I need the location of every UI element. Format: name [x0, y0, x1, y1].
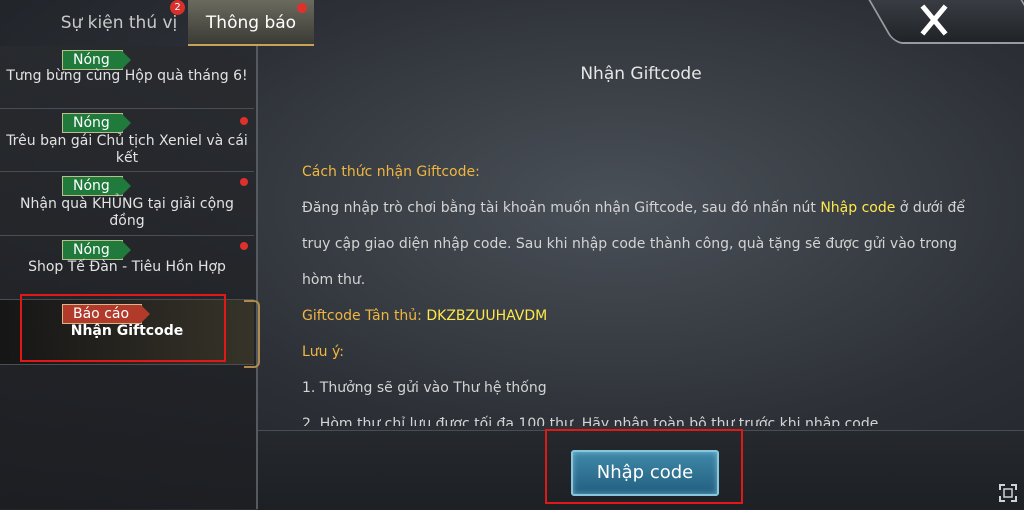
- instruction-text-end: ở dưới để: [895, 200, 965, 216]
- giftcode-line: Giftcode Tân thủ: DKZBZUUHAVDM: [302, 298, 1002, 334]
- list-item[interactable]: Nóng Tưng bừng cùng Hộp quà tháng 6!: [0, 46, 254, 109]
- instruction-line-1: Đăng nhập trò chơi bằng tài khoản muốn n…: [302, 190, 1002, 226]
- unread-dot: [240, 242, 248, 250]
- top-tab-bar: Sự kiện thú vị 2 Thông báo: [0, 0, 1024, 46]
- unread-dot: [240, 178, 248, 186]
- list-item-title: Nhận Giftcode: [70, 323, 184, 339]
- list-item[interactable]: Nóng Nhận quà KHỦNG tại giải cộng đồng: [0, 172, 254, 236]
- hot-tag: Nóng: [62, 240, 131, 260]
- expand-icon[interactable]: [999, 484, 1017, 502]
- list-item-title: Shop Tế Đàn - Tiêu Hồn Hợp: [28, 259, 226, 275]
- close-area: [864, 0, 1024, 44]
- list-item-title: Nhận quà KHỦNG tại giải cộng đồng: [20, 196, 234, 229]
- report-tag: Báo cáo: [62, 304, 151, 324]
- how-to-heading: Cách thức nhận Giftcode:: [302, 164, 480, 180]
- list-item[interactable]: Nóng Trêu bạn gái Chủ tịch Xeniel và cái…: [0, 109, 254, 172]
- enter-code-mention: Nhập code: [820, 200, 896, 216]
- close-icon: [920, 4, 948, 36]
- content-title: Nhận Giftcode: [580, 64, 702, 84]
- hot-tag: Nóng: [62, 176, 131, 196]
- list-item-title: Tưng bừng cùng Hộp quà tháng 6!: [6, 68, 248, 84]
- notice-list: Nóng Tưng bừng cùng Hộp quà tháng 6! Nón…: [0, 46, 260, 509]
- notices-unread-dot: [297, 3, 307, 13]
- instruction-line-2: truy cập giao diện nhập code. Sau khi nh…: [302, 236, 958, 252]
- hot-tag: Nóng: [62, 50, 131, 70]
- note-item: 1. Thưởng sẽ gửi vào Thư hệ thống: [302, 380, 547, 396]
- tab-notices-label: Thông báo: [205, 13, 297, 33]
- notice-content[interactable]: Nhận Giftcode Cách thức nhận Giftcode: Đ…: [258, 46, 1024, 426]
- list-item-selected[interactable]: Báo cáo Nhận Giftcode: [0, 300, 260, 368]
- instruction-text: Đăng nhập trò chơi bằng tài khoản muốn n…: [302, 200, 821, 216]
- list-item[interactable]: Nóng Shop Tế Đàn - Tiêu Hồn Hợp: [0, 236, 254, 300]
- enter-code-button[interactable]: Nhập code: [571, 450, 719, 496]
- note-heading: Lưu ý:: [302, 344, 344, 360]
- note-item: 2. Hòm thư chỉ lưu được tối đa 100 thư. …: [302, 416, 879, 426]
- unread-dot: [240, 117, 248, 125]
- giftcode-value: DKZBZUUHAVDM: [426, 308, 548, 324]
- list-item-title: Trêu bạn gái Chủ tịch Xeniel và cái kết: [6, 133, 248, 166]
- close-button[interactable]: [914, 2, 954, 38]
- content-body: Cách thức nhận Giftcode: Đăng nhập trò c…: [302, 154, 1002, 426]
- hot-tag: Nóng: [62, 113, 131, 133]
- giftcode-label: Giftcode Tân thủ:: [302, 308, 427, 324]
- tab-notices[interactable]: Thông báo: [188, 0, 314, 46]
- tab-events-label: Sự kiện thú vị: [60, 13, 178, 33]
- instruction-line-3: hòm thư.: [302, 272, 366, 288]
- events-count-badge: 2: [170, 0, 185, 15]
